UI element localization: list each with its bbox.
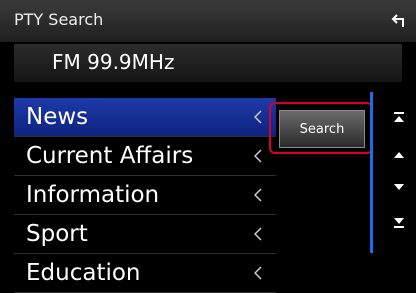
list-item-education[interactable]: Education xyxy=(14,254,276,293)
pty-list: News Current Affairs Information Sport E… xyxy=(14,98,276,293)
list-item-sport[interactable]: Sport xyxy=(14,215,276,254)
scroll-down-button[interactable] xyxy=(388,178,410,196)
list-item-label: Information xyxy=(26,182,160,208)
scroll-top-icon xyxy=(394,112,404,122)
back-arrow-icon xyxy=(391,14,404,27)
list-item-label: News xyxy=(26,104,89,130)
scroll-bottom-button[interactable] xyxy=(388,214,410,232)
frequency-display: FM 99.9MHz xyxy=(52,50,175,74)
chevron-left-icon xyxy=(254,149,262,163)
chevron-left-icon xyxy=(254,110,262,124)
scroll-up-icon xyxy=(394,152,404,158)
scroll-up-button[interactable] xyxy=(388,146,410,164)
list-item-news[interactable]: News xyxy=(14,98,276,137)
chevron-left-icon xyxy=(254,227,262,241)
back-button[interactable] xyxy=(382,6,416,36)
scroll-top-button[interactable] xyxy=(388,108,410,126)
search-button[interactable]: Search xyxy=(279,110,365,148)
list-item-label: Education xyxy=(26,260,141,286)
list-item-label: Current Affairs xyxy=(26,143,194,169)
page-title: PTY Search xyxy=(14,10,104,29)
scrollbar-track[interactable] xyxy=(370,92,373,253)
list-item-information[interactable]: Information xyxy=(14,176,276,215)
list-item-current-affairs[interactable]: Current Affairs xyxy=(14,137,276,176)
scroll-bottom-icon xyxy=(394,218,404,228)
chevron-left-icon xyxy=(254,188,262,202)
list-item-label: Sport xyxy=(26,221,88,247)
scroll-down-icon xyxy=(394,184,404,190)
chevron-left-icon xyxy=(254,266,262,280)
